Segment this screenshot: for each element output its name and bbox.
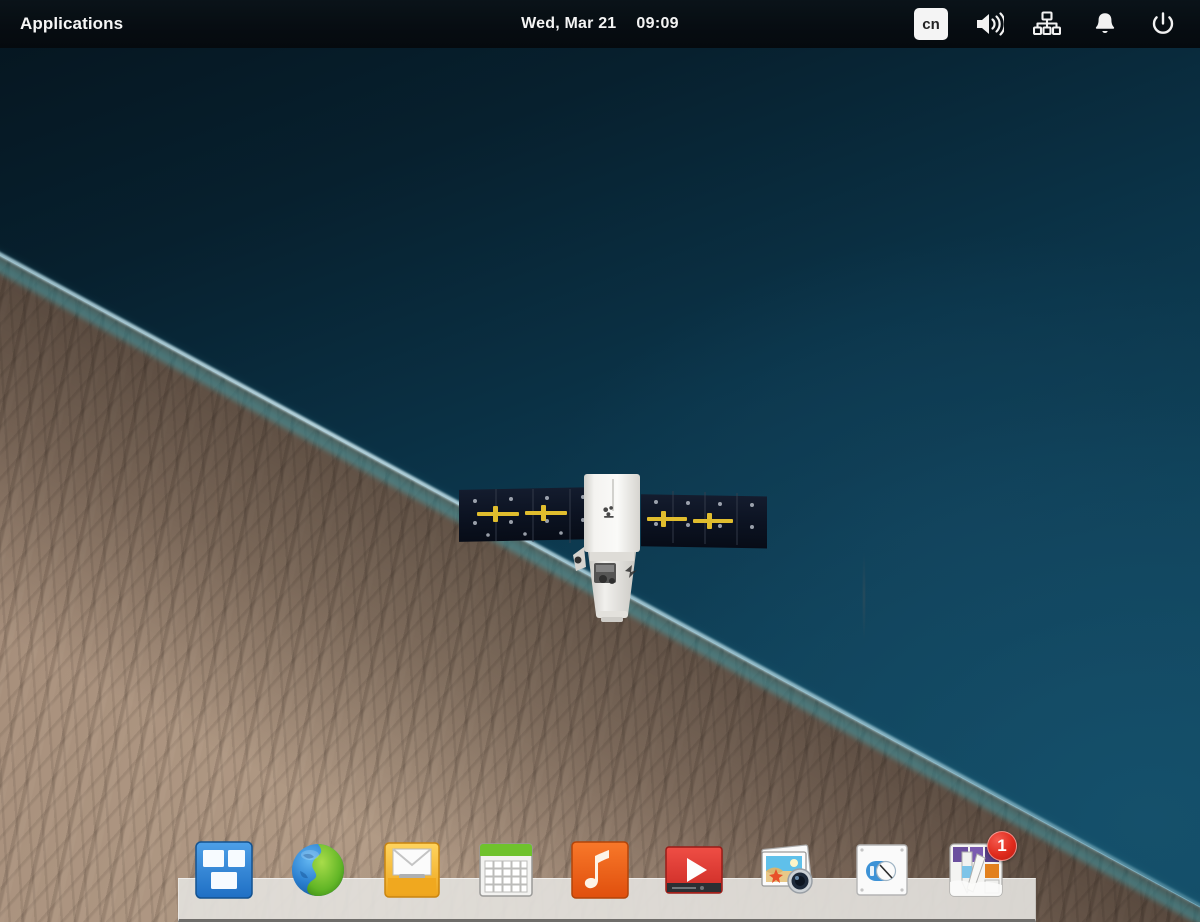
keyboard-layout-indicator[interactable]: cn bbox=[902, 0, 960, 48]
updater-badge-count: 1 bbox=[987, 831, 1017, 861]
network-icon[interactable] bbox=[1018, 0, 1076, 48]
desktop[interactable] bbox=[0, 0, 1200, 922]
power-icon[interactable] bbox=[1134, 0, 1192, 48]
dock-item-music-player[interactable] bbox=[568, 838, 632, 902]
envelope-icon bbox=[380, 838, 444, 902]
clock-time: 09:09 bbox=[636, 15, 678, 32]
dock-item-video-player[interactable] bbox=[662, 838, 726, 902]
play-icon bbox=[662, 838, 726, 902]
dock-item-photo-viewer[interactable] bbox=[756, 838, 820, 902]
dock-item-calendar[interactable] bbox=[474, 838, 538, 902]
keyboard-layout-label: cn bbox=[914, 8, 948, 40]
dock-item-web-browser[interactable] bbox=[286, 838, 350, 902]
photo-icon bbox=[756, 838, 820, 902]
calendar-icon bbox=[474, 838, 538, 902]
applications-menu-button[interactable]: Applications bbox=[12, 10, 131, 38]
top-panel: Applications Wed, Mar 21 09:09 cn bbox=[0, 0, 1200, 48]
settings-icon bbox=[850, 838, 914, 902]
dock-items: 1 bbox=[178, 838, 1036, 922]
globe-icon bbox=[286, 838, 350, 902]
clock-date: Wed, Mar 21 bbox=[521, 15, 616, 32]
system-tray: cn bbox=[902, 0, 1192, 48]
volume-icon[interactable] bbox=[960, 0, 1018, 48]
dock-item-settings[interactable] bbox=[850, 838, 914, 902]
dock-item-show-applications[interactable] bbox=[192, 838, 256, 902]
music-note-icon bbox=[568, 838, 632, 902]
dock-item-software-updater[interactable]: 1 bbox=[944, 838, 1008, 902]
dock-item-mail-client[interactable] bbox=[380, 838, 444, 902]
tiles-icon bbox=[192, 838, 256, 902]
notification-bell-icon[interactable] bbox=[1076, 0, 1134, 48]
